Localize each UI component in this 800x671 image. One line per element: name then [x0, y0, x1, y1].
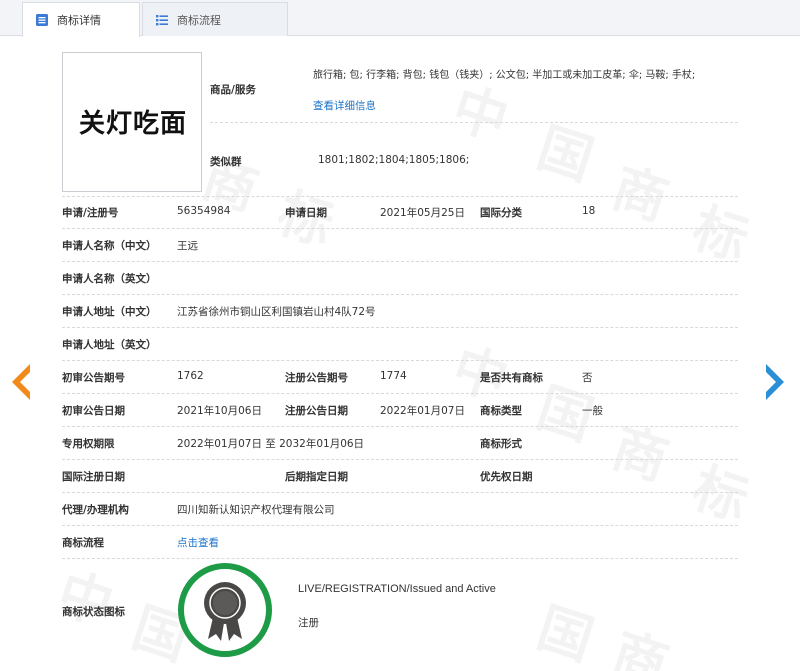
mark-type-value: 一般 — [582, 405, 603, 417]
address-cn-value: 江苏省徐州市铜山区利国镇岩山村4队72号 — [177, 306, 376, 318]
flow-list-icon — [156, 15, 168, 26]
row-divider — [210, 122, 738, 123]
goods-label: 商品/服务 — [210, 84, 256, 96]
reg-no-value: 56354984 — [177, 205, 231, 217]
watermark-char: 国 — [529, 584, 605, 671]
prelim-no-label: 初审公告期号 — [62, 372, 125, 384]
status-cn: 注册 — [298, 617, 319, 629]
row-divider — [62, 459, 738, 460]
reg-pub-no-label: 注册公告期号 — [285, 372, 348, 384]
prelim-date-value: 2021年10月06日 — [177, 405, 262, 417]
trademark-flow-label: 商标流程 — [62, 537, 104, 549]
prelim-no-value: 1762 — [177, 370, 204, 382]
watermark-char: 商 — [604, 144, 680, 236]
prelim-date-label: 初审公告日期 — [62, 405, 125, 417]
reg-pub-no-value: 1774 — [380, 370, 407, 382]
agency-label: 代理/办理机构 — [62, 504, 129, 516]
next-record-button[interactable] — [764, 362, 788, 402]
row-divider — [62, 196, 738, 197]
chevron-left-icon — [12, 364, 30, 400]
watermark-char: 国 — [529, 104, 605, 196]
reg-pub-date-value: 2022年01月07日 — [380, 405, 465, 417]
shared-mark-value: 否 — [582, 372, 593, 384]
shared-mark-label: 是否共有商标 — [480, 372, 543, 384]
view-details-link[interactable]: 查看详细信息 — [313, 98, 376, 113]
priority-date-label: 优先权日期 — [480, 471, 533, 483]
status-icon-label: 商标状态图标 — [62, 606, 125, 618]
view-flow-link[interactable]: 点击查看 — [177, 535, 219, 550]
seal-ribbon-icon — [204, 582, 246, 641]
prev-record-button[interactable] — [8, 362, 32, 402]
agency-value: 四川知新认知识产权代理有限公司 — [177, 504, 335, 516]
trademark-image: 关灯吃面 — [62, 52, 202, 192]
row-divider — [62, 360, 738, 361]
row-divider — [62, 327, 738, 328]
apply-date-value: 2021年05月25日 — [380, 207, 465, 219]
watermark-char: 中 — [49, 549, 125, 641]
row-divider — [62, 228, 738, 229]
status-en: LIVE/REGISTRATION/Issued and Active — [298, 583, 496, 595]
exclusive-period-value: 2022年01月07日 至 2032年01月06日 — [177, 438, 365, 450]
watermark-char: 标 — [684, 444, 760, 536]
row-divider — [62, 525, 738, 526]
applicant-en-label: 申请人名称（英文） — [62, 273, 157, 285]
tab-trademark-detail[interactable]: 商标详情 — [22, 2, 140, 37]
watermark-char: 商 — [604, 404, 680, 496]
applicant-cn-value: 王远 — [177, 240, 198, 252]
similar-group-label: 类似群 — [210, 156, 242, 168]
chevron-right-icon — [766, 364, 784, 400]
reg-no-label: 申请/注册号 — [62, 207, 119, 219]
tab-trademark-flow[interactable]: 商标流程 — [142, 2, 288, 36]
similar-group-value: 1801;1802;1804;1805;1806; — [318, 154, 470, 166]
trademark-image-text: 关灯吃面 — [78, 109, 187, 139]
watermark-char: 商 — [604, 609, 680, 671]
mark-type-label: 商标类型 — [480, 405, 522, 417]
tab-trademark-detail-label: 商标详情 — [57, 14, 101, 27]
goods-value: 旅行箱; 包; 行李箱; 背包; 钱包（钱夹）; 公文包; 半加工或未加工皮革;… — [313, 70, 696, 81]
row-divider — [62, 558, 738, 559]
apply-date-label: 申请日期 — [285, 207, 327, 219]
row-divider — [62, 426, 738, 427]
row-divider — [62, 261, 738, 262]
mark-form-label: 商标形式 — [480, 438, 522, 450]
intl-class-value: 18 — [582, 205, 596, 217]
address-cn-label: 申请人地址（中文） — [62, 306, 157, 318]
applicant-cn-label: 申请人名称（中文） — [62, 240, 157, 252]
reg-pub-date-label: 注册公告日期 — [285, 405, 348, 417]
registered-seal-icon — [178, 563, 272, 657]
tab-trademark-flow-label: 商标流程 — [177, 13, 221, 27]
document-list-icon — [36, 14, 48, 26]
address-en-label: 申请人地址（英文） — [62, 339, 157, 351]
row-divider — [62, 492, 738, 493]
later-date-label: 后期指定日期 — [285, 471, 348, 483]
exclusive-period-label: 专用权期限 — [62, 438, 115, 450]
intl-class-label: 国际分类 — [480, 207, 522, 219]
row-divider — [62, 393, 738, 394]
tab-bar: 商标详情 商标流程 — [0, 0, 800, 37]
intl-reg-date-label: 国际注册日期 — [62, 471, 125, 483]
row-divider — [62, 294, 738, 295]
